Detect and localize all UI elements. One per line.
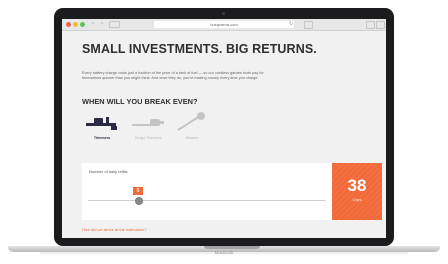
break-even-heading: WHEN WILL YOU BREAK EVEN?: [82, 97, 198, 106]
share-icon[interactable]: [304, 21, 313, 29]
tool-option-hedge-trimmers[interactable]: Hedge Trimmers: [128, 111, 168, 157]
sidebar-toggle-button[interactable]: [109, 21, 120, 28]
blower-icon: [177, 112, 205, 131]
tool-label-blowers: Blowers: [185, 136, 199, 140]
slider-label: Number of daily refills: [89, 169, 128, 174]
slider-track[interactable]: [88, 200, 326, 202]
tabs-overview-icon[interactable]: [366, 21, 375, 29]
break-even-days-unit: Days: [352, 197, 362, 202]
tool-label-trimmers: Trimmers: [93, 136, 111, 140]
camera-dot: [222, 12, 225, 15]
reload-icon[interactable]: ↻: [288, 21, 294, 28]
slider-value-badge: 5: [133, 187, 143, 195]
estimation-link[interactable]: How did we arrive at the estimation?: [82, 227, 146, 232]
break-even-result-panel: 38 Days: [332, 163, 382, 220]
back-button[interactable]: ‹: [89, 21, 97, 28]
slider-handle[interactable]: [135, 197, 143, 205]
browser-toolbar: ‹ › husqvarna.com ↻: [62, 19, 386, 31]
break-even-days-value: 38: [347, 176, 367, 195]
tool-option-blowers[interactable]: Blowers: [172, 111, 212, 157]
page-headline: SMALL INVESTMENTS. BIG RETURNS.: [82, 42, 317, 56]
close-window-button[interactable]: [66, 22, 71, 27]
tool-option-trimmers[interactable]: Trimmers: [82, 111, 122, 157]
new-tab-icon[interactable]: [376, 21, 385, 29]
fullscreen-window-button[interactable]: [80, 22, 85, 27]
hedge-trimmer-icon: [132, 119, 164, 126]
laptop-notch: [204, 246, 260, 249]
laptop-brand-label: MacBook: [214, 250, 234, 255]
screen: ‹ › husqvarna.com ↻ SMALL INVESTMENTS. B…: [62, 19, 386, 238]
forward-button[interactable]: ›: [98, 21, 106, 28]
minimize-window-button[interactable]: [73, 22, 78, 27]
intro-paragraph: Every battery charge costs just a fracti…: [82, 71, 264, 81]
address-bar[interactable]: husqvarna.com: [154, 21, 294, 28]
trimmer-icon: [86, 117, 117, 130]
tool-label-hedge-trimmers: Hedge Trimmers: [134, 136, 162, 140]
refills-calculator-card: Number of daily refills 5: [82, 163, 332, 220]
